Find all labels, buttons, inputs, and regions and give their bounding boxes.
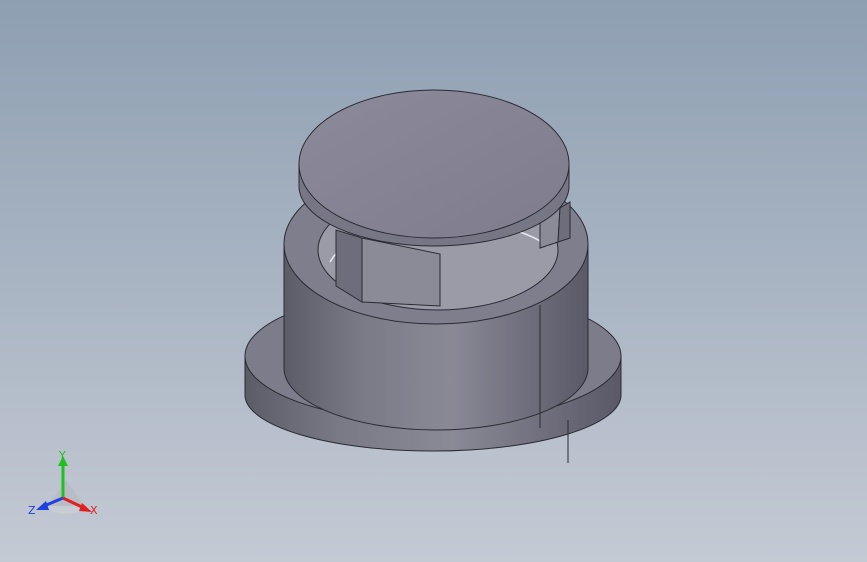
z-axis-label: Z [28,504,36,517]
graphics-viewport[interactable]: Y X Z [0,0,867,562]
y-axis-label: Y [59,449,66,462]
top-cap[interactable] [298,89,570,247]
x-axis-label: X [90,504,98,517]
orientation-triad[interactable]: Y X Z [26,448,106,524]
model-canvas[interactable] [0,0,867,562]
